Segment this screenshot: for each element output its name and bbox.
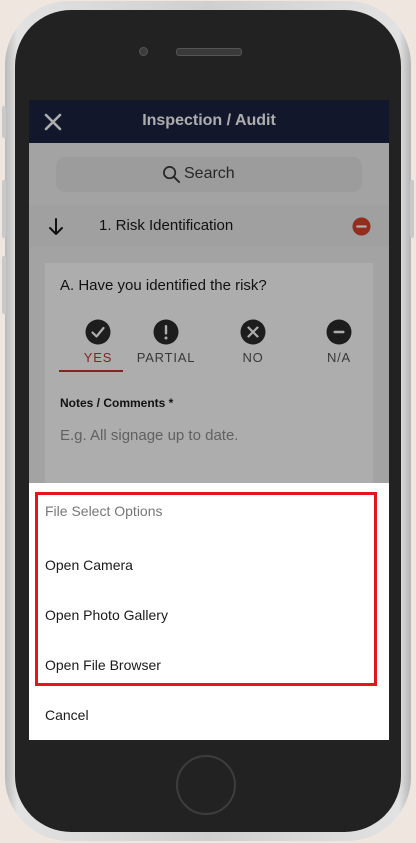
phone-side-button-left-3 <box>2 256 6 314</box>
open-photo-gallery-option[interactable]: Open Photo Gallery <box>45 607 168 623</box>
front-camera <box>139 47 148 56</box>
app-screen: Inspection / Audit Search 1. Risk Identi… <box>29 100 389 740</box>
cancel-option[interactable]: Cancel <box>45 707 89 723</box>
sheet-header: File Select Options <box>45 503 163 519</box>
file-select-sheet: File Select Options Open Camera Open Pho… <box>29 483 389 740</box>
open-camera-option[interactable]: Open Camera <box>45 557 133 573</box>
home-button[interactable] <box>176 755 236 815</box>
open-file-browser-option[interactable]: Open File Browser <box>45 657 161 673</box>
phone-side-button-left-1 <box>2 106 6 138</box>
phone-side-button-right <box>410 180 414 238</box>
earpiece-speaker <box>176 48 242 56</box>
phone-side-button-left-2 <box>2 180 6 238</box>
